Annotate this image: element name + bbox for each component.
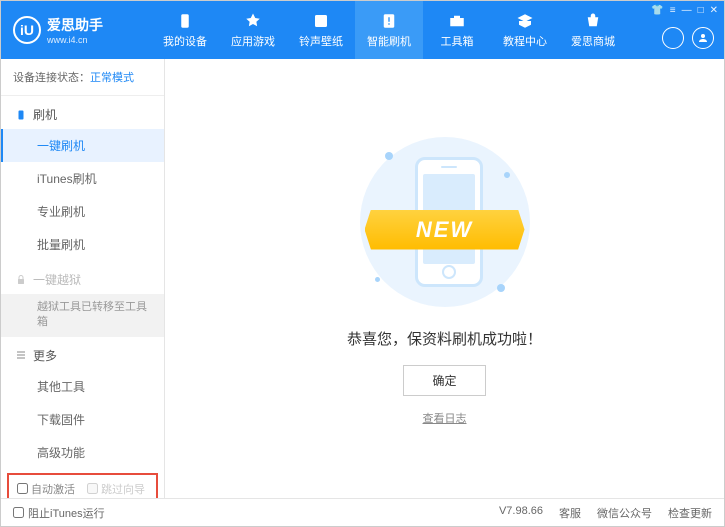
new-ribbon: NEW [365, 210, 525, 250]
nav-tutorials[interactable]: 教程中心 [491, 1, 559, 59]
sidebar-group-flash[interactable]: 刷机 [1, 96, 164, 129]
view-log-link[interactable]: 查看日志 [423, 410, 467, 426]
minimize-icon[interactable]: — [682, 5, 692, 16]
footer: 阻止iTunes运行 V7.98.66 客服 微信公众号 检查更新 [1, 498, 724, 526]
sidebar-item-one-click-flash[interactable]: 一键刷机 [1, 129, 164, 162]
footer-link-wechat[interactable]: 微信公众号 [597, 505, 652, 521]
app-header: iU 爱思助手 www.i4.cn 我的设备 应用游戏 铃声壁纸 智能刷机 工具… [1, 1, 724, 59]
nav-store[interactable]: 爱思商城 [559, 1, 627, 59]
sidebar-item-itunes-flash[interactable]: iTunes刷机 [1, 162, 164, 195]
checkbox-block-itunes[interactable]: 阻止iTunes运行 [13, 505, 105, 521]
nav-apps-games[interactable]: 应用游戏 [219, 1, 287, 59]
nav-toolbox[interactable]: 工具箱 [423, 1, 491, 59]
lock-icon [15, 274, 27, 286]
sidebar-item-batch-flash[interactable]: 批量刷机 [1, 228, 164, 261]
user-button[interactable] [692, 27, 714, 49]
app-url: www.i4.cn [47, 35, 103, 45]
footer-link-support[interactable]: 客服 [559, 505, 581, 521]
checkbox-skip-guide[interactable]: 跳过向导 [87, 481, 145, 497]
options-highlight-box: 自动激活 跳过向导 [7, 473, 158, 498]
app-title: 爱思助手 [47, 15, 103, 35]
sidebar-item-other-tools[interactable]: 其他工具 [1, 370, 164, 403]
maximize-icon[interactable]: □ [698, 5, 704, 16]
sidebar-item-jailbreak-note[interactable]: 越狱工具已转移至工具箱 [1, 294, 164, 337]
version-label: V7.98.66 [499, 505, 543, 521]
nav-smart-flash[interactable]: 智能刷机 [355, 1, 423, 59]
sidebar-group-more[interactable]: 更多 [1, 337, 164, 370]
sidebar: 设备连接状态：正常模式 刷机 一键刷机 iTunes刷机 专业刷机 批量刷机 一… [1, 59, 165, 498]
success-message: 恭喜您，保资料刷机成功啦！ [347, 328, 542, 349]
menu-icon[interactable]: ≡ [670, 5, 676, 16]
device-status: 设备连接状态：正常模式 [1, 59, 164, 96]
logo-icon: iU [13, 16, 41, 44]
download-button[interactable] [662, 27, 684, 49]
window-controls: 👕 ≡ — □ ✕ [651, 5, 718, 16]
sidebar-item-pro-flash[interactable]: 专业刷机 [1, 195, 164, 228]
nav-ring-wallpaper[interactable]: 铃声壁纸 [287, 1, 355, 59]
skin-icon[interactable]: 👕 [651, 5, 663, 16]
top-nav: 我的设备 应用游戏 铃声壁纸 智能刷机 工具箱 教程中心 爱思商城 [151, 1, 724, 59]
main-content: NEW 恭喜您，保资料刷机成功啦！ 确定 查看日志 [165, 59, 724, 498]
logo-area: iU 爱思助手 www.i4.cn [1, 15, 151, 45]
phone-icon [15, 109, 27, 121]
success-illustration: NEW [355, 132, 535, 312]
checkbox-auto-activate[interactable]: 自动激活 [17, 481, 75, 497]
footer-link-update[interactable]: 检查更新 [668, 505, 712, 521]
sidebar-group-jailbreak: 一键越狱 [1, 261, 164, 294]
sidebar-item-download-firmware[interactable]: 下载固件 [1, 403, 164, 436]
ok-button[interactable]: 确定 [403, 365, 485, 396]
sidebar-item-advanced[interactable]: 高级功能 [1, 436, 164, 469]
close-icon[interactable]: ✕ [710, 5, 718, 16]
nav-my-device[interactable]: 我的设备 [151, 1, 219, 59]
list-icon [15, 349, 27, 361]
